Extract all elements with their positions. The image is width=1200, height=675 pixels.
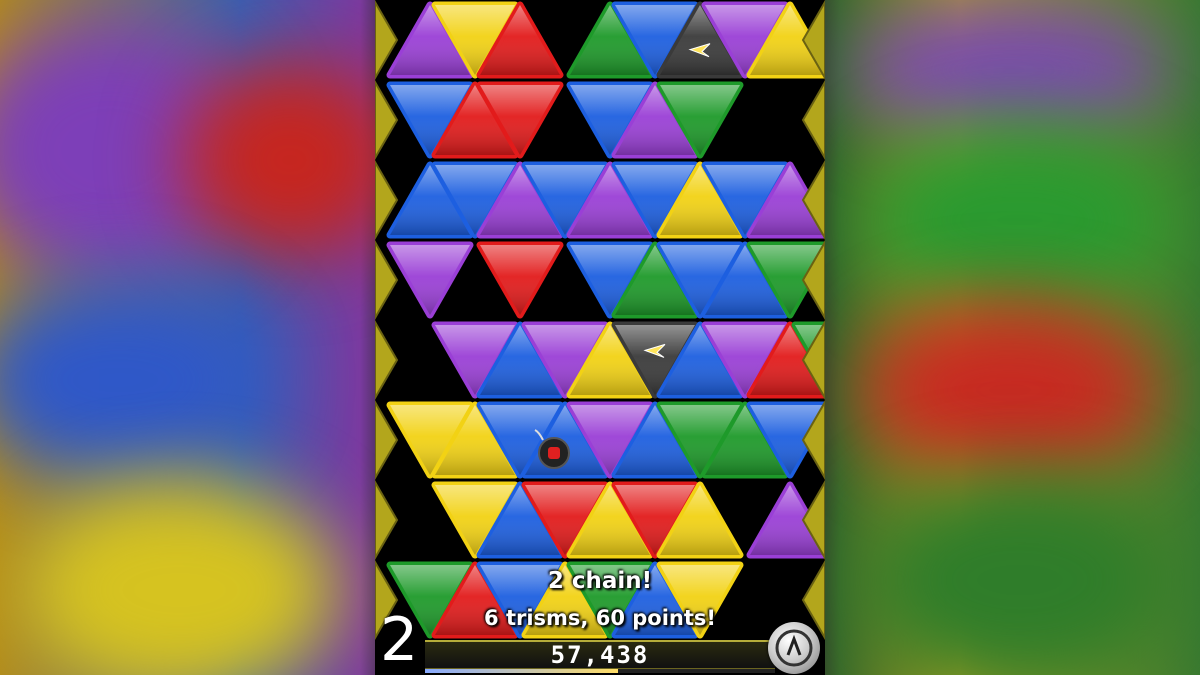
level-number: 2 xyxy=(380,605,419,675)
level-progress-bar xyxy=(425,669,775,673)
points-message: 6 trisms, 60 points! xyxy=(484,606,716,630)
backdrop-blob xyxy=(860,470,1180,675)
triangle-tile-red[interactable] xyxy=(476,241,564,319)
game-screen: 2 chain! 6 trisms, 60 points! 2 57,438 xyxy=(375,0,825,675)
backdrop-blob xyxy=(850,0,1170,140)
triangle-tile-purple[interactable] xyxy=(386,241,474,319)
score-value: 57,438 xyxy=(550,641,650,669)
backdrop-blob xyxy=(20,480,340,675)
pause-icon xyxy=(775,629,813,667)
pause-button[interactable] xyxy=(768,622,820,674)
backdrop-blob xyxy=(0,280,270,480)
backdrop-blob xyxy=(180,60,400,260)
chain-message: 2 chain! xyxy=(547,568,653,594)
backdrop-blob xyxy=(860,120,1180,320)
backdrop-blob xyxy=(860,300,1160,480)
board-frame-segment xyxy=(375,320,399,400)
board-frame-segment xyxy=(375,480,399,560)
score-bar: 57,438 xyxy=(425,640,775,670)
level-progress-fill xyxy=(425,669,618,673)
board-frame-segment xyxy=(801,80,825,160)
